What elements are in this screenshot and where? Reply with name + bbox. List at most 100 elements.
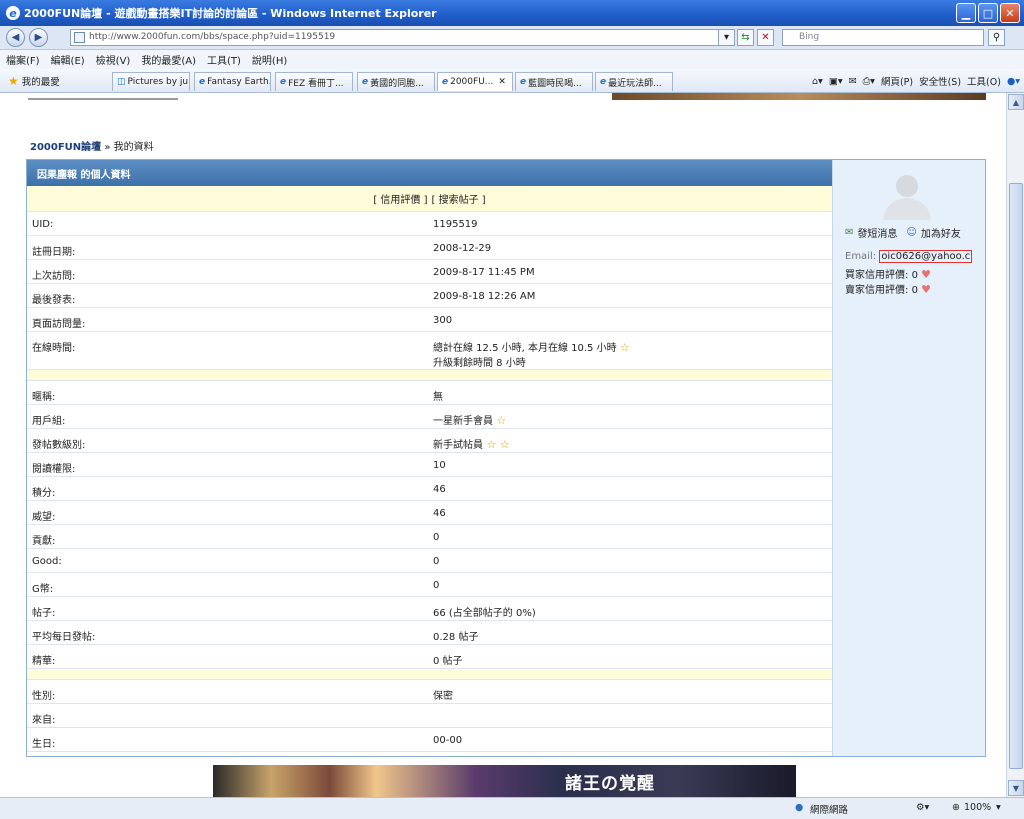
tools-menu[interactable]: 工具(O) (967, 74, 1001, 88)
star-icon: ☆ (483, 438, 497, 451)
table-row: 上次訪問: 2009-8-17 11:45 PM (27, 260, 832, 284)
table-row: 積分: 46 (27, 477, 832, 501)
refresh-icon[interactable]: ⇆ (737, 29, 754, 46)
table-row: 貢獻: 0 (27, 525, 832, 549)
stop-icon[interactable]: ✕ (757, 29, 774, 46)
back-button[interactable]: ◀ (6, 28, 25, 47)
row-label: 威望: (32, 512, 56, 523)
tab-1[interactable]: ◫ Pictures by ju... (112, 72, 190, 91)
row-value: 0.28 帖子 (433, 632, 479, 643)
row-label: 在線時間: (32, 343, 76, 354)
row-label: 頁面訪問量: (32, 319, 86, 330)
page-menu[interactable]: 網頁(P) (881, 74, 913, 88)
breadcrumb-home-link[interactable]: 2000FUN論壇 (30, 142, 101, 153)
row-value: 300 (433, 315, 453, 326)
table-row: 威望: 46 (27, 501, 832, 525)
zoom-icon[interactable]: ⊕ (952, 802, 960, 813)
scroll-down-icon[interactable]: ▼ (1008, 780, 1024, 796)
search-input[interactable]: Bing (782, 29, 984, 46)
table-row: 在線時間: 總計在線 12.5 小時, 本月在線 10.5 小時 ☆ 升級剩餘時間… (27, 332, 832, 370)
search-posts-link[interactable]: [ 搜索帖子 ] (432, 191, 486, 206)
favorites-bar: ★ 我的最愛 ◫ Pictures by ju... e Fantasy Earth… (0, 69, 1024, 93)
table-row: 來自: (27, 704, 832, 728)
help-icon[interactable]: ●▾ (1007, 76, 1020, 87)
pm-icon[interactable]: ✉ (845, 227, 853, 238)
row-value: 總計在線 12.5 小時, 本月在線 10.5 小時 ☆ 升級剩餘時間 8 小時 (433, 341, 630, 369)
row-label: G幣: (32, 584, 54, 595)
top-banner[interactable] (612, 93, 986, 100)
menu-tools[interactable]: 工具(T) (207, 52, 241, 67)
menu-favorites[interactable]: 我的最愛(A) (141, 52, 196, 67)
favorites-star-icon[interactable]: ★ (8, 74, 19, 88)
table-row: 用戶組: 一星新手會員 ☆ (27, 405, 832, 429)
zoom-dropdown-icon[interactable]: ▾ (996, 802, 1001, 813)
scroll-thumb[interactable] (1009, 183, 1023, 769)
tab-6[interactable]: e 藍圖時民喝... (515, 72, 593, 91)
add-friend-link[interactable]: 加為好友 (921, 225, 961, 240)
tab-3[interactable]: e FEZ 看冊丁... (275, 72, 353, 91)
tab-5-active[interactable]: e 2000FU... ✕ (437, 72, 513, 91)
avatar (883, 175, 931, 220)
row-value: 0 (433, 532, 440, 543)
table-row: 閱讀權限: 10 (27, 453, 832, 477)
row-value: 66 (占全部帖子的 0%) (433, 608, 536, 619)
minimize-button[interactable]: ▁ (956, 3, 976, 23)
row-label: 用戶組: (32, 416, 66, 427)
feeds-icon[interactable]: ▣▾ (829, 76, 843, 87)
close-window-button[interactable]: ✕ (1000, 3, 1020, 23)
send-pm-link[interactable]: 發短消息 (857, 225, 897, 240)
table-row: 生日: 00-00 (27, 728, 832, 752)
separator-row (27, 669, 832, 680)
table-row: 平均每日發帖: 0.28 帖子 (27, 621, 832, 645)
forward-button[interactable]: ▶ (29, 28, 48, 47)
row-label: 來自: (32, 715, 56, 726)
row-label: 最後發表: (32, 295, 76, 306)
close-tab-icon[interactable]: ✕ (498, 77, 506, 87)
maximize-button[interactable]: □ (978, 3, 998, 23)
address-bar: ◀ ▶ http://www.2000fun.com/bbs/space.php… (0, 26, 1024, 50)
table-row: 最後發表: 2009-8-18 12:26 AM (27, 284, 832, 308)
profile-links: [ 信用評價 ] [ 搜索帖子 ] (27, 186, 832, 212)
tab-7[interactable]: e 最近玩法師... (595, 72, 673, 91)
table-row: 帖子: 66 (占全部帖子的 0%) (27, 597, 832, 621)
menu-file[interactable]: 檔案(F) (6, 52, 40, 67)
menu-edit[interactable]: 編輯(E) (51, 52, 85, 67)
zoom-level[interactable]: 100% (964, 802, 991, 813)
row-label: 性別: (32, 691, 56, 702)
tab-2[interactable]: e Fantasy Earth... (194, 72, 271, 91)
page-viewport: 2000FUN論壇 » 我的資料 因果塵報 的個人資料 [ 信用評價 ] [ 搜… (0, 93, 1006, 797)
row-label: 發帖數級別: (32, 440, 86, 451)
table-row: 頁面訪問量: 300 (27, 308, 832, 332)
menu-help[interactable]: 說明(H) (252, 52, 287, 67)
url-input[interactable]: http://www.2000fun.com/bbs/space.php?uid… (70, 29, 732, 46)
safety-menu[interactable]: 安全性(S) (919, 74, 961, 88)
search-icon[interactable]: ⚲ (988, 29, 1005, 46)
address-dropdown-icon[interactable]: ▾ (718, 29, 735, 46)
table-row: 精華: 0 帖子 (27, 645, 832, 669)
row-value: 00-00 (433, 735, 463, 746)
favorites-button[interactable]: 我的最愛 (22, 74, 60, 88)
menu-view[interactable]: 檢視(V) (96, 52, 131, 67)
scroll-up-icon[interactable]: ▲ (1008, 94, 1024, 110)
tab-4[interactable]: e 黃國的同胞... (357, 72, 435, 91)
email-value[interactable]: oic0626@yahoo.c (879, 250, 973, 263)
vertical-scrollbar[interactable]: ▲ ▼ (1006, 93, 1024, 797)
row-label: 閱讀權限: (32, 464, 76, 475)
star-icon: ☆ (496, 438, 510, 451)
credit-rating-link[interactable]: [ 信用評價 ] (373, 191, 427, 206)
print-icon[interactable]: ⎙▾ (863, 76, 875, 87)
table-row: G幣: 0 (27, 573, 832, 597)
row-value: 1195519 (433, 219, 478, 230)
row-value: 2009-8-18 12:26 AM (433, 291, 536, 302)
profile-table: 因果塵報 的個人資料 [ 信用評價 ] [ 搜索帖子 ] UID: 1195519… (27, 160, 832, 756)
row-value: 0 (433, 580, 440, 591)
window-title: 2000FUN論壇 - 遊戲動畫搭樂IT討論的討論區 - Windows Int… (24, 7, 437, 20)
add-friend-icon[interactable]: ☺ (906, 227, 916, 238)
ie-logo-icon: e (6, 6, 20, 20)
panel-title: 因果塵報 的個人資料 (27, 160, 832, 186)
ad-banner[interactable]: 諸王の覚醒 (213, 765, 796, 797)
mail-icon[interactable]: ✉ (849, 76, 857, 87)
home-icon[interactable]: ⌂▾ (812, 76, 823, 87)
menu-bar: 檔案(F) 編輯(E) 檢視(V) 我的最愛(A) 工具(T) 說明(H) (0, 50, 1024, 69)
protected-mode-icon[interactable]: ⚙▾ (916, 802, 929, 813)
